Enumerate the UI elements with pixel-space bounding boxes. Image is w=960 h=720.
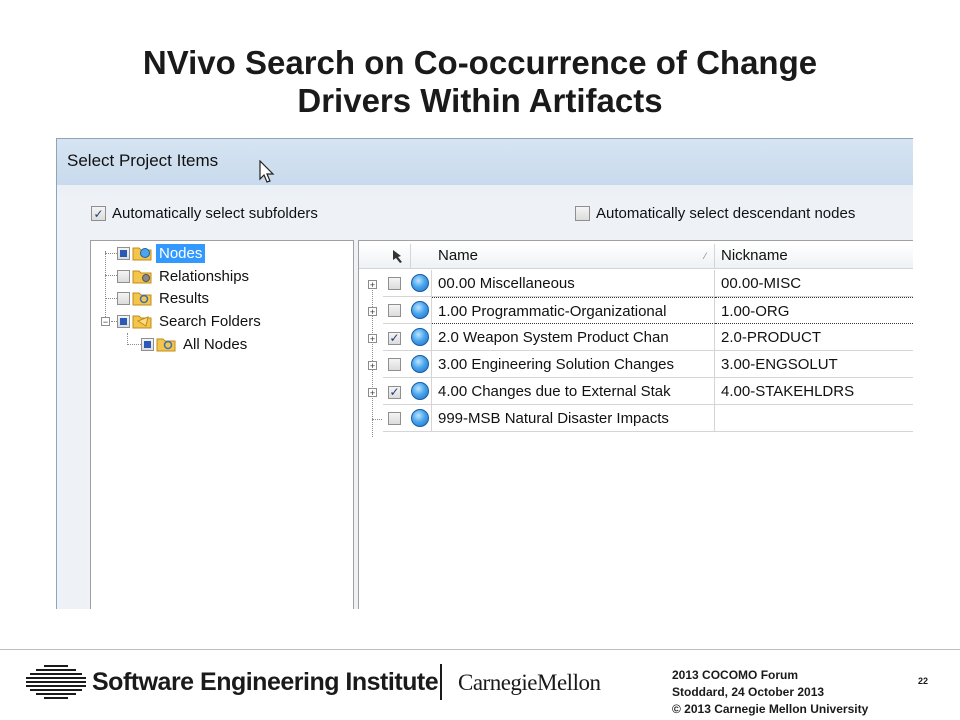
page-number: 22 (918, 676, 929, 686)
table-row[interactable]: + 3.00 Engineering Solution Changes 3.00… (359, 351, 913, 378)
footer-divider (440, 664, 442, 700)
node-icon (411, 328, 429, 346)
pin-icon (393, 250, 402, 263)
cmu-name: CarnegieMellon (458, 670, 601, 695)
node-icon (411, 382, 429, 400)
row-nickname (715, 405, 913, 432)
tree-item-search-folders[interactable]: Search Folders (117, 311, 264, 331)
footer-info: 2013 COCOMO Forum Stoddard, 24 October 2… (672, 667, 868, 718)
tree-checkbox[interactable] (117, 269, 130, 283)
dialog-titlebar: Select Project Items (57, 139, 913, 185)
footer-forum: 2013 COCOMO Forum (672, 668, 799, 682)
row-nickname: 3.00-ENGSOLUT (715, 351, 913, 378)
auto-select-descendants-checkbox[interactable] (575, 206, 590, 221)
name-column-header[interactable]: Name ⁄ (432, 244, 715, 268)
mouse-cursor-icon (259, 160, 275, 183)
table-row[interactable]: + ✓ 2.0 Weapon System Product Chan 2.0-P… (359, 324, 913, 351)
tree-item-label: Results (159, 289, 210, 307)
tree-item-label: Nodes (156, 243, 206, 263)
sei-name: Software Engineering Institute (92, 668, 439, 696)
table-row[interactable]: 999-MSB Natural Disaster Impacts (359, 405, 913, 432)
tree-item-nodes[interactable]: Nodes (117, 243, 206, 263)
slide-title: NVivo Search on Co-occurrence of Change … (60, 44, 900, 120)
node-icon (411, 355, 429, 373)
dialog-title: Select Project Items (67, 151, 219, 170)
row-checkbox[interactable]: ✓ (388, 331, 401, 345)
table-row[interactable]: + 1.00 Programmatic-Organizational 1.00-… (359, 297, 913, 324)
tree-item-label: All Nodes (183, 335, 248, 353)
row-nickname: 00.00-MISC (715, 270, 913, 297)
auto-select-descendants-option[interactable]: Automatically select descendant nodes (575, 205, 855, 222)
tree-item-label: Search Folders (159, 312, 261, 330)
nodes-folder-icon (132, 247, 152, 261)
expand-row-icon[interactable]: + (368, 280, 377, 290)
tree-item-relationships[interactable]: Relationships (117, 266, 252, 286)
row-checkbox[interactable] (388, 304, 401, 317)
row-checkbox[interactable]: ✓ (388, 385, 401, 399)
sort-indicator-icon: ⁄ (704, 251, 706, 261)
table-row[interactable]: + 00.00 Miscellaneous 00.00-MISC (359, 270, 913, 297)
row-name: 999-MSB Natural Disaster Impacts (432, 405, 715, 432)
row-nickname: 2.0-PRODUCT (715, 324, 913, 351)
row-name: 00.00 Miscellaneous (432, 270, 715, 297)
auto-select-subfolders-label: Automatically select subfolders (112, 205, 318, 222)
relationships-folder-icon (132, 270, 152, 284)
footer-rule (0, 649, 960, 650)
row-name: 4.00 Changes due to External Stak (432, 378, 715, 405)
expand-row-icon[interactable]: + (368, 388, 377, 398)
footer-author-date: Stoddard, 24 October 2013 (672, 685, 825, 699)
tree-item-all-nodes[interactable]: All Nodes (141, 334, 250, 354)
search-folders-icon (132, 315, 152, 329)
row-name: 2.0 Weapon System Product Chan (432, 324, 715, 351)
pin-column-header[interactable] (359, 244, 411, 268)
auto-select-subfolders-checkbox[interactable]: ✓ (91, 206, 106, 221)
nickname-column-label: Nickname (721, 247, 788, 264)
node-list: Name ⁄ Nickname + 00.00 Miscellaneous 00… (358, 240, 913, 609)
all-nodes-folder-icon (156, 338, 176, 352)
row-checkbox[interactable] (388, 412, 401, 425)
nickname-column-header[interactable]: Nickname (715, 244, 913, 268)
footer-copyright: © 2013 Carnegie Mellon University (672, 702, 869, 716)
list-header: Name ⁄ Nickname (359, 244, 913, 269)
expand-row-icon[interactable]: + (368, 307, 377, 317)
table-row[interactable]: + ✓ 4.00 Changes due to External Stak 4.… (359, 378, 913, 405)
folder-tree: − Nodes Relationships Results Search Fol… (90, 240, 354, 609)
node-icon (411, 409, 429, 427)
auto-select-subfolders-option[interactable]: ✓ Automatically select subfolders (91, 205, 318, 222)
tree-item-results[interactable]: Results (117, 288, 212, 308)
select-project-items-dialog: Select Project Items ✓ Automatically sel… (56, 138, 913, 609)
tree-checkbox[interactable] (117, 291, 130, 305)
expand-row-icon[interactable]: + (368, 334, 377, 344)
row-name: 3.00 Engineering Solution Changes (432, 351, 715, 378)
row-nickname: 4.00-STAKEHLDRS (715, 378, 913, 405)
results-folder-icon (132, 292, 152, 306)
tree-item-label: Relationships (159, 267, 250, 285)
auto-select-descendants-label: Automatically select descendant nodes (596, 205, 856, 222)
name-column-label: Name (438, 247, 479, 264)
tree-checkbox[interactable] (117, 246, 130, 260)
node-icon (411, 301, 429, 319)
slide-title-line2: Drivers Within Artifacts (297, 82, 663, 119)
tree-checkbox[interactable] (117, 314, 130, 328)
node-icon (411, 274, 429, 292)
slide-title-line1: NVivo Search on Co-occurrence of Change (142, 44, 818, 81)
row-name: 1.00 Programmatic-Organizational (432, 297, 715, 324)
row-checkbox[interactable] (388, 277, 401, 290)
row-nickname: 1.00-ORG (715, 297, 913, 324)
row-checkbox[interactable] (388, 358, 401, 371)
collapse-search-folders-icon[interactable]: − (101, 317, 110, 327)
expand-row-icon[interactable]: + (368, 361, 377, 371)
tree-checkbox[interactable] (141, 337, 154, 351)
sei-logo-icon (26, 665, 86, 699)
